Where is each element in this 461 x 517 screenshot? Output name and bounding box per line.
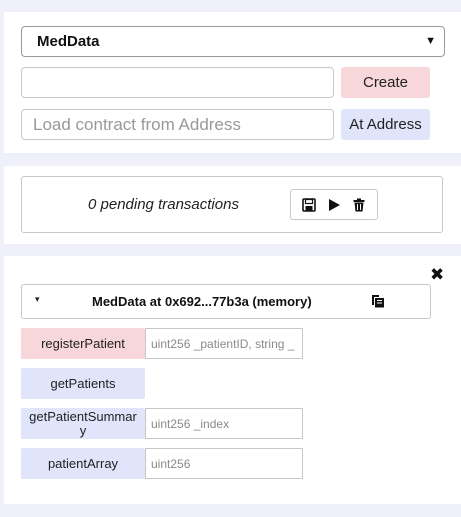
trash-icon[interactable] <box>352 198 366 212</box>
deployed-instances-panel: ✖ ▾ MedData at 0x692...77b3a (memory) re… <box>4 256 461 504</box>
contract-select-value: MedData <box>37 33 100 50</box>
contract-deploy-panel: MedData ▼ Create Load contract from Addr… <box>4 12 461 153</box>
address-input[interactable]: Load contract from Address <box>21 109 334 140</box>
close-icon[interactable]: ✖ <box>430 266 444 283</box>
patient-array-button[interactable]: patientArray <box>21 448 145 479</box>
create-args-input[interactable] <box>21 67 334 98</box>
register-patient-button[interactable]: registerPatient <box>21 328 145 359</box>
save-icon[interactable] <box>302 197 317 212</box>
get-patient-summary-button[interactable]: getPatientSummar y <box>21 408 145 439</box>
chevron-down-icon: ▼ <box>425 35 436 47</box>
instance-header[interactable]: ▾ MedData at 0x692...77b3a (memory) <box>21 284 431 319</box>
get-patients-button[interactable]: getPatients <box>21 368 145 399</box>
at-address-button[interactable]: At Address <box>341 109 430 140</box>
pending-transactions-panel: 0 pending transactions <box>4 166 461 244</box>
create-button[interactable]: Create <box>341 67 430 98</box>
pending-transactions-text: 0 pending transactions <box>88 196 239 213</box>
patient-array-input[interactable]: uint256 <box>145 448 303 479</box>
instance-title: MedData at 0x692...77b3a (memory) <box>92 294 312 309</box>
pending-actions <box>290 189 378 220</box>
copy-icon[interactable] <box>371 294 385 308</box>
register-patient-input[interactable]: uint256 _patientID, string _ <box>145 328 303 359</box>
play-icon[interactable] <box>327 198 341 212</box>
contract-select[interactable]: MedData ▼ <box>21 26 445 57</box>
pending-transactions-box: 0 pending transactions <box>21 176 443 233</box>
get-patient-summary-input[interactable]: uint256 _index <box>145 408 303 439</box>
caret-down-icon[interactable]: ▾ <box>35 294 40 305</box>
